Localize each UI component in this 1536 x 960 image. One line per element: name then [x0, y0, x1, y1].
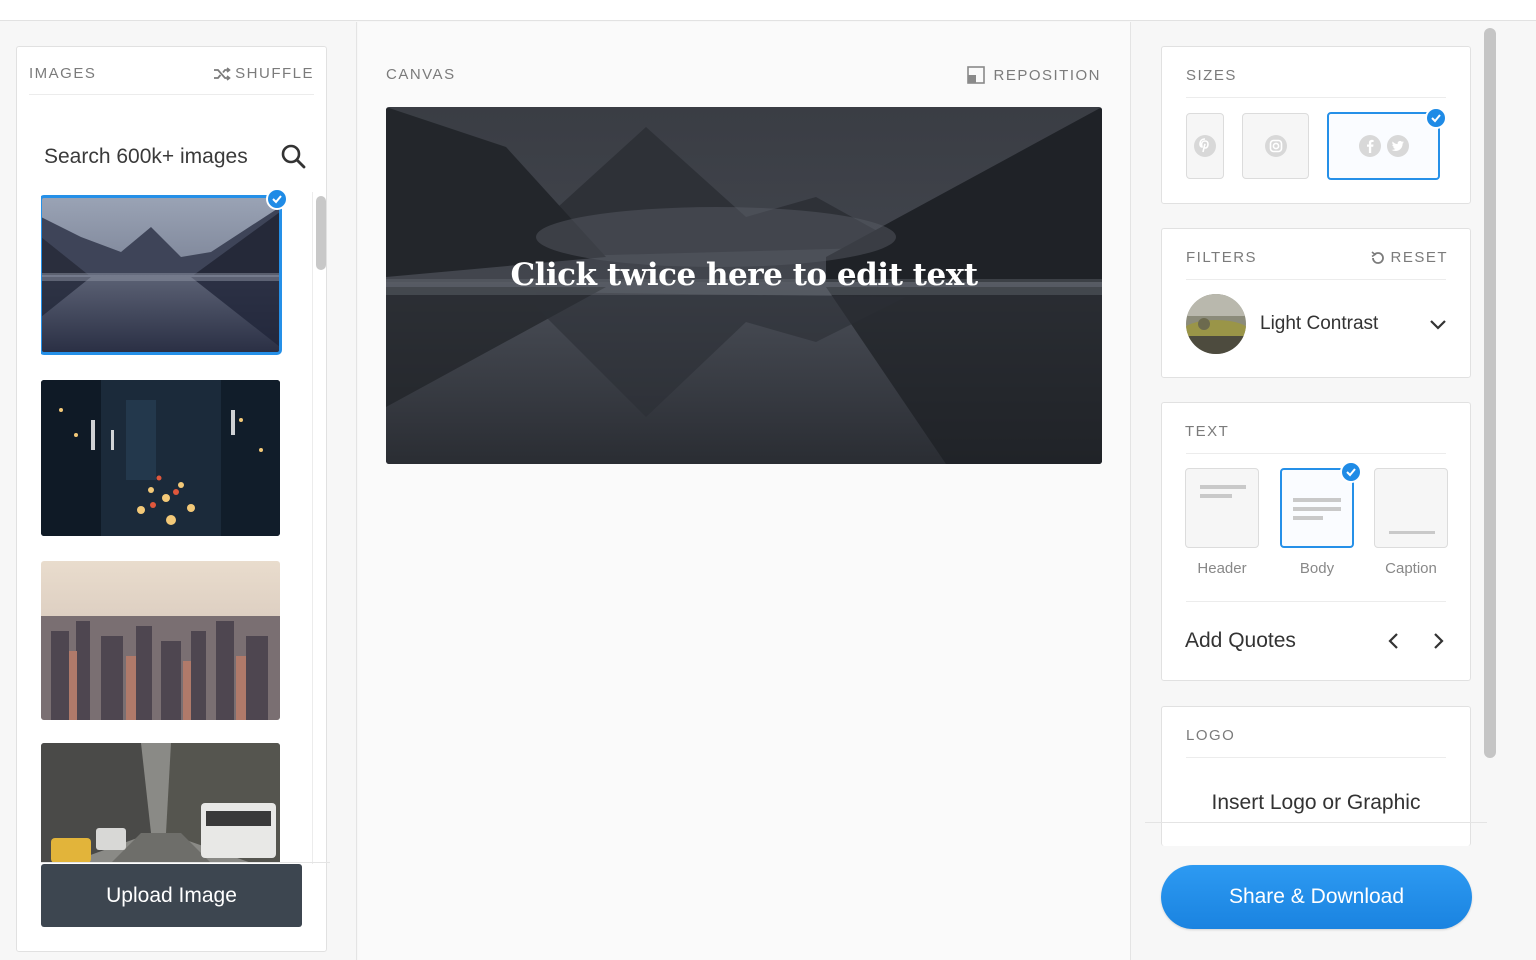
shuffle-label: SHUFFLE	[235, 65, 314, 82]
images-panel: IMAGES SHUFFLE Search 600k+ images Uploa…	[16, 46, 330, 952]
pinterest-icon	[1194, 135, 1216, 157]
canvas-overlay-text[interactable]: Click twice here to edit text	[386, 257, 1102, 293]
sizes-card: SIZES	[1161, 46, 1471, 204]
search-placeholder: Search 600k+ images	[44, 145, 248, 168]
canvas-column: CANVAS REPOSITION Click twice here to ed…	[358, 22, 1130, 960]
canvas-image[interactable]: Click twice here to edit text	[386, 107, 1102, 464]
upload-image-button[interactable]: Upload Image	[41, 864, 302, 927]
selected-check-icon	[1425, 107, 1447, 129]
divider	[1186, 279, 1446, 280]
image-thumbnail[interactable]	[41, 561, 280, 720]
text-option-header[interactable]	[1185, 468, 1259, 548]
settings-column: SIZES FILTERS RESET Light Contrast TEXT …	[1130, 22, 1536, 960]
scrollbar-thumb[interactable]	[316, 196, 326, 270]
logo-title: LOGO	[1186, 727, 1236, 744]
text-option-label: Body	[1299, 560, 1335, 577]
images-title: IMAGES	[29, 65, 97, 82]
top-bar	[0, 0, 1536, 21]
twitter-icon	[1386, 135, 1409, 157]
size-option-pinterest[interactable]	[1186, 113, 1224, 179]
text-option-label: Caption	[1385, 560, 1437, 577]
share-download-button[interactable]: Share & Download	[1161, 865, 1472, 929]
filter-dropdown[interactable]: Light Contrast	[1186, 294, 1448, 354]
filter-selected-label: Light Contrast	[1260, 313, 1379, 334]
divider	[1186, 601, 1446, 602]
logo-card: LOGO Insert Logo or Graphic	[1161, 706, 1471, 846]
divider	[1186, 453, 1446, 454]
chevron-left-icon[interactable]	[1384, 631, 1404, 651]
search-icon[interactable]	[280, 143, 306, 169]
shuffle-icon	[214, 66, 231, 81]
chevron-down-icon	[1430, 320, 1446, 330]
city-street-image	[41, 743, 280, 863]
size-option-facebook-twitter[interactable]	[1327, 112, 1440, 180]
reset-label: RESET	[1390, 249, 1448, 266]
text-option-label: Header	[1197, 560, 1247, 577]
image-thumbnail[interactable]	[41, 195, 282, 355]
canvas-title: CANVAS	[386, 66, 456, 83]
divider	[1186, 757, 1446, 758]
text-card: TEXT Header Body Caption Add Quotes	[1161, 402, 1471, 681]
filters-title: FILTERS	[1186, 249, 1258, 266]
search-input[interactable]: Search 600k+ images	[44, 143, 306, 171]
page-scrollbar-thumb[interactable]	[1484, 28, 1496, 758]
thumbnail-scrollbar[interactable]	[312, 192, 330, 864]
reposition-label: REPOSITION	[993, 66, 1101, 84]
facebook-icon	[1358, 135, 1381, 157]
divider	[1145, 822, 1487, 823]
image-thumbnail-list	[41, 195, 289, 863]
filters-card: FILTERS RESET Light Contrast	[1161, 228, 1471, 378]
size-option-instagram[interactable]	[1242, 113, 1309, 179]
sizes-title: SIZES	[1186, 67, 1237, 84]
instagram-icon	[1264, 135, 1287, 157]
chevron-right-icon[interactable]	[1428, 631, 1448, 651]
insert-logo-button[interactable]: Insert Logo or Graphic	[1162, 791, 1470, 815]
text-option-caption[interactable]	[1374, 468, 1448, 548]
filter-preview-thumbnail	[1186, 294, 1246, 354]
images-column: IMAGES SHUFFLE Search 600k+ images Uploa…	[0, 22, 357, 960]
city-traffic-image	[41, 380, 280, 536]
reposition-button[interactable]: REPOSITION	[967, 66, 1101, 84]
city-skyline-image	[41, 561, 280, 720]
image-thumbnail[interactable]	[41, 380, 280, 536]
reset-button[interactable]: RESET	[1370, 249, 1448, 266]
divider	[1186, 97, 1446, 98]
selected-check-icon	[1340, 461, 1362, 483]
text-title: TEXT	[1185, 423, 1230, 440]
selected-check-icon	[266, 188, 288, 210]
add-quotes-label: Add Quotes	[1185, 629, 1296, 652]
mountain-lake-image	[41, 197, 280, 353]
reposition-icon	[967, 66, 986, 84]
reset-icon	[1371, 250, 1385, 264]
image-thumbnail[interactable]	[41, 743, 280, 863]
divider	[41, 862, 330, 863]
shuffle-button[interactable]: SHUFFLE	[213, 65, 314, 82]
